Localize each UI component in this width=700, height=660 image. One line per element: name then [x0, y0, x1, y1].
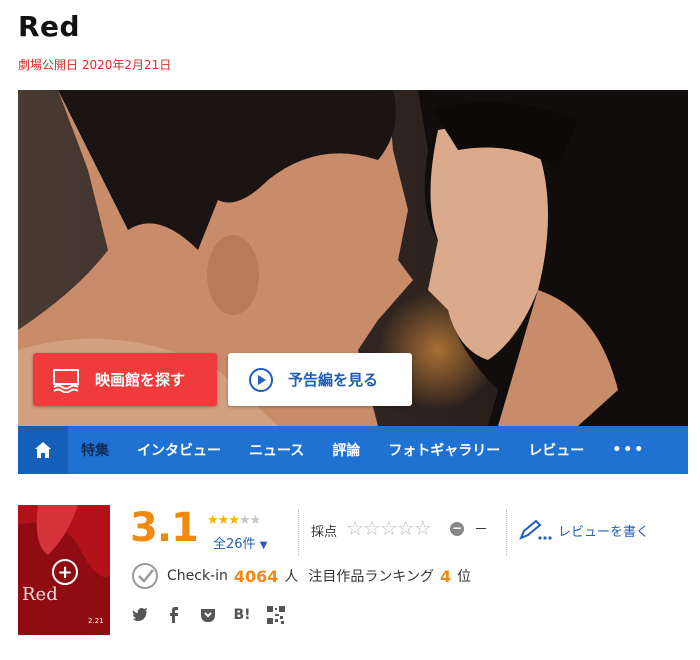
poster-date: 2.21: [88, 617, 104, 625]
checkin-row: Check-in 4064 人 注目作品ランキング 4 位: [131, 562, 471, 590]
star-icon: ★: [207, 513, 219, 528]
pocket-icon[interactable]: [199, 606, 217, 624]
divider: [298, 510, 299, 556]
write-review-button[interactable]: レビューを書く: [518, 519, 649, 541]
ranking-value: 4: [440, 566, 452, 586]
twitter-icon[interactable]: [131, 606, 149, 624]
star-empty-icon: ★: [249, 513, 262, 528]
checkin-icon[interactable]: [131, 562, 159, 590]
more-menu[interactable]: •••: [612, 442, 645, 458]
facebook-icon[interactable]: [165, 606, 183, 624]
tab-news[interactable]: ニュース: [249, 440, 304, 460]
twitter-glyph: [132, 608, 148, 621]
star-icon: ★: [228, 513, 240, 528]
home-tab[interactable]: [18, 426, 68, 474]
star-icon: ★: [217, 513, 230, 528]
average-score: 3.1: [130, 505, 199, 551]
movie-nav: 特集 インタビュー ニュース 評論 フォトギャラリー レビュー •••: [18, 426, 688, 474]
clear-rating-icon[interactable]: −: [450, 522, 464, 536]
trailer-button[interactable]: 予告編を見る: [228, 353, 412, 406]
theater-icon: [53, 368, 79, 393]
pen-icon: [519, 519, 552, 540]
poster-expand-icon[interactable]: +: [52, 559, 78, 585]
movie-title: Red: [18, 10, 81, 43]
caret-down-icon: ▼: [259, 540, 268, 551]
ranking-label: 注目作品ランキング: [308, 569, 435, 585]
qr-code-icon[interactable]: [267, 606, 285, 624]
trailer-label: 予告編を見る: [288, 371, 379, 389]
hatena-icon[interactable]: B!: [233, 606, 251, 624]
play-icon: [249, 367, 273, 392]
find-theater-label: 映画館を探す: [95, 371, 186, 389]
tab-photo-gallery[interactable]: フォトギャラリー: [388, 440, 500, 460]
rate-label: 採点: [311, 525, 338, 540]
ranking-unit: 位: [457, 569, 472, 585]
checkin-unit: 人: [284, 569, 299, 585]
tab-review[interactable]: レビュー: [528, 440, 584, 460]
divider: [506, 510, 507, 556]
facebook-glyph: [170, 607, 178, 623]
poster-title: Red: [22, 584, 58, 605]
average-stars: ★★★★★: [207, 513, 262, 528]
star-empty-icon: ★: [238, 513, 251, 528]
share-bar: B!: [131, 606, 301, 624]
release-date: 劇場公開日 2020年2月21日: [18, 58, 172, 72]
find-theater-button[interactable]: 映画館を探す: [33, 353, 217, 406]
tab-feature[interactable]: 特集: [81, 440, 109, 460]
home-icon: [35, 442, 51, 458]
review-count[interactable]: 全26件 ▼: [213, 533, 267, 552]
pocket-glyph: [201, 608, 215, 622]
checkin-count: 4064: [233, 566, 279, 586]
tab-critique[interactable]: 評論: [332, 440, 360, 460]
rate-stars-input[interactable]: ☆☆☆☆☆: [346, 516, 432, 540]
tab-interview[interactable]: インタビュー: [137, 440, 221, 460]
rate-value: －: [474, 522, 488, 538]
qr-glyph: [267, 606, 285, 624]
review-count-label: 全26件: [213, 537, 256, 552]
write-review-label: レビューを書く: [558, 524, 650, 540]
checkin-label: Check-in: [167, 568, 228, 584]
